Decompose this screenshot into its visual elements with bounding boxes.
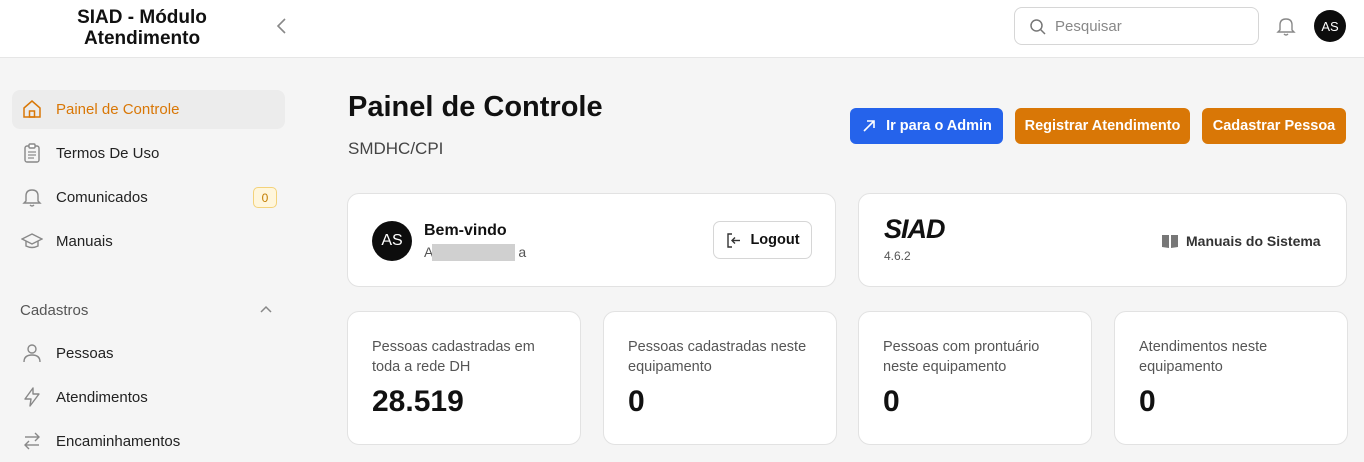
sidebar-item-manuais[interactable]: Manuais: [12, 222, 285, 261]
user-name-end: a: [518, 244, 527, 260]
sidebar-item-pessoas[interactable]: Pessoas: [12, 334, 285, 373]
arrow-up-right-icon: [863, 120, 875, 132]
unread-count-badge: 0: [253, 187, 277, 208]
sidebar-item-comunicados[interactable]: Comunicados 0: [12, 178, 285, 217]
system-manuals-label: Manuais do Sistema: [1186, 233, 1321, 249]
search-icon: [1030, 19, 1046, 35]
page-subtitle: SMDHC/CPI: [348, 139, 444, 158]
bell-icon: [22, 189, 42, 207]
stat-label: Pessoas com prontuário neste equipamento: [883, 339, 1040, 375]
clipboard-icon: [24, 143, 40, 163]
stat-card-network-people: Pessoas cadastradas em toda a rede DH 28…: [347, 311, 581, 445]
redacted-name-block: [432, 244, 515, 261]
chevron-up-icon[interactable]: [258, 302, 274, 318]
sidebar-item-label: Termos De Uso: [56, 145, 160, 162]
logout-button[interactable]: Logout: [713, 221, 812, 259]
system-manuals-link[interactable]: Manuais do Sistema: [1161, 233, 1321, 249]
sidebar-item-label: Encaminhamentos: [56, 433, 181, 450]
stat-card-equipment-attendances: Atendimentos neste equipamento 0: [1114, 311, 1348, 445]
user-avatar[interactable]: AS: [1314, 10, 1346, 42]
siad-logo: SIAD: [884, 214, 946, 244]
stat-label: Pessoas cadastradas em toda a rede DH: [372, 339, 535, 375]
go-to-admin-label: Ir para o Admin: [886, 118, 992, 134]
arrows-left-right-icon: [24, 432, 40, 450]
sidebar-item-label: Pessoas: [56, 345, 114, 362]
stat-card-equipment-people: Pessoas cadastradas neste equipamento 0: [603, 311, 837, 445]
register-person-button[interactable]: Cadastrar Pessoa: [1202, 108, 1346, 144]
book-icon: [1162, 235, 1178, 248]
stat-value: 28.519: [372, 385, 464, 418]
collapse-sidebar-button[interactable]: [270, 14, 294, 38]
page-title: Painel de Controle: [348, 91, 603, 123]
stat-value: 0: [628, 385, 645, 418]
notifications-bell-icon[interactable]: [1275, 15, 1297, 37]
stat-value: 0: [1139, 385, 1156, 418]
logout-icon: [727, 232, 741, 248]
stat-value: 0: [883, 385, 900, 418]
sidebar-section-cadastros: Cadastros: [20, 302, 89, 319]
version-number: 4.6.2: [884, 249, 911, 263]
stat-card-equipment-records: Pessoas com prontuário neste equipamento…: [858, 311, 1092, 445]
user-icon: [23, 344, 41, 363]
sidebar-item-encaminhamentos[interactable]: Encaminhamentos: [12, 422, 285, 461]
welcome-card: AS Bem-vindo Aa Logout: [347, 193, 836, 287]
stat-label: Atendimentos neste equipamento: [1139, 339, 1268, 375]
sidebar-item-label: Manuais: [56, 233, 113, 250]
search-input[interactable]: [1055, 16, 1250, 36]
system-info-card: SIAD 4.6.2 Manuais do Sistema: [858, 193, 1347, 287]
app-title: SIAD - Módulo Atendimento: [77, 7, 207, 49]
sidebar-item-label: Painel de Controle: [56, 101, 180, 118]
welcome-title: Bem-vindo: [424, 222, 507, 239]
lightning-icon: [24, 387, 40, 407]
top-bar: SIAD - Módulo Atendimento AS: [0, 0, 1364, 58]
sidebar-item-termos-de-uso[interactable]: Termos De Uso: [12, 134, 285, 173]
logout-label: Logout: [750, 232, 800, 248]
sidebar-item-painel-de-controle[interactable]: Painel de Controle: [12, 90, 285, 129]
graduation-cap-icon: [21, 233, 43, 249]
chevron-left-icon: [276, 18, 286, 34]
sidebar-item-atendimentos[interactable]: Atendimentos: [12, 378, 285, 417]
stat-label: Pessoas cadastradas neste equipamento: [628, 339, 807, 375]
sidebar-item-label: Comunicados: [56, 189, 148, 206]
sidebar-item-label: Atendimentos: [56, 389, 148, 406]
home-icon: [23, 100, 41, 118]
search-box[interactable]: [1014, 7, 1259, 45]
go-to-admin-button[interactable]: Ir para o Admin: [850, 108, 1003, 144]
avatar: AS: [372, 221, 412, 261]
register-attendance-button[interactable]: Registrar Atendimento: [1015, 108, 1190, 144]
